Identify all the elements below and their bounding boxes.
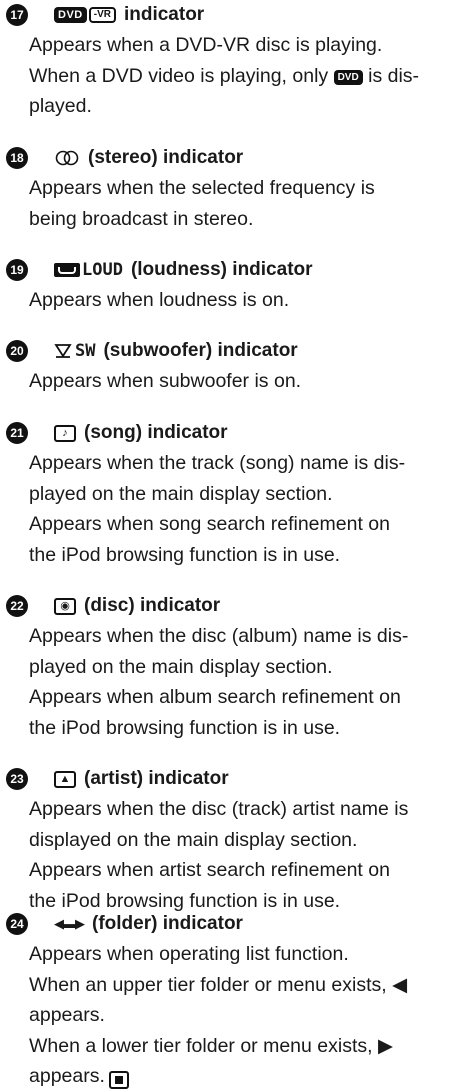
indicator-entry-24: 24 ◀▬▶ (folder) indicator Appears when o… [0,909,462,1092]
description-line: Appears when the selected frequency is [29,177,375,199]
item-number-badge: 24 [6,913,28,935]
disc-icon: ◉ [54,597,76,615]
dvd-vr-badge-icon: DVD -VR [54,7,116,23]
item-number-badge: 19 [6,259,28,281]
stop-icon [108,1071,129,1089]
indicator-entry-22: 22 ◉ (disc) indicator Appears when the d… [0,591,462,743]
entry-description: Appears when loudness is on. [29,285,459,316]
loudness-icon: LOUD [54,255,123,285]
description-line: Appears when song search refinement on [29,513,390,535]
item-number-badge: 22 [6,595,28,617]
description-line: played on the main display section. [29,655,333,678]
entry-heading: 18 (stereo) indicator [0,143,462,173]
entry-title: indicator [123,4,205,25]
entry-heading: 21 ♪ (song) indicator [0,418,462,448]
entry-heading: 24 ◀▬▶ (folder) indicator [0,909,462,939]
description-line: When a lower tier folder or menu exists,… [29,1034,393,1057]
entry-description: Appears when operating list function. Wh… [29,939,459,1092]
entry-heading: 17 DVD -VR indicator [0,0,462,30]
description-line: played. [29,95,92,117]
entry-heading: 20 SW (subwoofer) indicator [0,336,462,366]
artist-icon: ▲ [54,770,76,788]
entry-heading: 19 LOUD (loudness) indicator [0,255,462,285]
indicator-entry-23: 23 ▲ (artist) indicator Appears when the… [0,764,462,916]
indicator-entry-17: 17 DVD -VR indicator Appears when a DVD-… [0,0,462,122]
item-number-badge: 23 [6,768,28,790]
description-line: When a DVD video is playing, only DVD is… [29,64,420,87]
entry-description: Appears when the disc (track) artist nam… [29,794,459,916]
entry-title: (artist) indicator [84,768,229,789]
stereo-icon [54,150,80,166]
description-line: When an upper tier folder or menu exists… [29,973,408,996]
entry-title: (folder) indicator [92,913,243,934]
description-line: the iPod browsing function is in use. [29,543,341,566]
entry-description: Appears when the selected frequency is b… [29,173,459,234]
indicator-entry-20: 20 SW (subwoofer) indicator Appears when… [0,336,462,397]
description-line: appears. [29,1061,459,1092]
description-line: Appears when the disc (album) name is di… [29,625,409,647]
indicator-entry-21: 21 ♪ (song) indicator Appears when the t… [0,418,462,570]
dvd-badge-icon: DVD [333,69,363,85]
entry-heading: 22 ◉ (disc) indicator [0,591,462,621]
entry-title: (stereo) indicator [88,147,244,168]
song-icon: ♪ [54,424,76,442]
item-number-badge: 17 [6,4,28,26]
item-number-badge: 18 [6,147,28,169]
entry-title: (disc) indicator [84,595,221,616]
description-line: Appears when subwoofer is on. [29,370,302,392]
description-line: Appears when loudness is on. [29,289,290,311]
entry-heading: 23 ▲ (artist) indicator [0,764,462,794]
folder-icon: ◀▬▶ [54,916,85,931]
description-line: played on the main display section. [29,482,333,505]
item-number-badge: 20 [6,340,28,362]
description-line: appears. [29,1004,105,1026]
manual-page: 17 DVD -VR indicator Appears when a DVD-… [0,0,462,1089]
description-line: Appears when operating list function. [29,943,349,965]
description-line: Appears when a DVD-VR disc is playing. [29,34,383,56]
indicator-entry-18: 18 (stereo) indicator Appears when the s… [0,143,462,234]
entry-description: Appears when the track (song) name is di… [29,448,459,570]
entry-description: Appears when the disc (album) name is di… [29,621,459,743]
entry-description: Appears when a DVD-VR disc is playing. W… [29,30,459,122]
description-line: the iPod browsing function is in use. [29,716,341,739]
description-line: Appears when artist search refinement on [29,859,390,881]
description-line: displayed on the main display section. [29,828,358,851]
description-line: Appears when album search refinement on [29,686,401,708]
description-line: Appears when the track (song) name is di… [29,452,406,474]
entry-title: (song) indicator [84,422,228,443]
entry-title: (subwoofer) indicator [103,340,298,361]
indicator-entry-19: 19 LOUD (loudness) indicator Appears whe… [0,255,462,316]
item-number-badge: 21 [6,422,28,444]
entry-description: Appears when subwoofer is on. [29,366,459,397]
subwoofer-icon: SW [54,336,95,366]
entry-title: (loudness) indicator [130,259,313,280]
description-line: being broadcast in stereo. [29,207,254,230]
description-line: Appears when the disc (track) artist nam… [29,798,409,820]
